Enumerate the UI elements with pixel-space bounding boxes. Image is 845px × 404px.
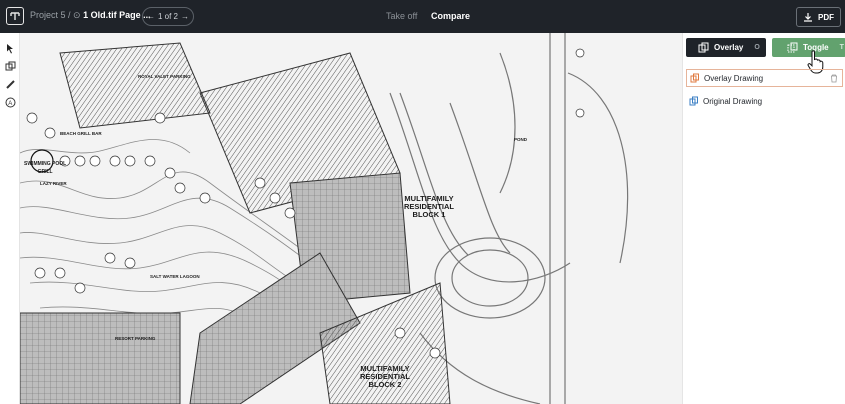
pdf-download-button[interactable]: PDF <box>796 7 841 27</box>
layer-original-drawing[interactable]: Original Drawing <box>686 92 843 110</box>
overlay-drawing-icon <box>690 73 699 83</box>
site-plan-drawing <box>20 33 682 404</box>
label-block-1: MULTIFAMILY RESIDENTIAL BLOCK 1 <box>404 194 455 219</box>
pdf-label: PDF <box>818 12 834 22</box>
page-indicator: 1 of 2 <box>157 12 178 21</box>
tab-takeoff[interactable]: Take off <box>386 11 417 21</box>
svg-text:A: A <box>8 101 12 107</box>
overlay-icon <box>698 42 709 53</box>
label-saltwater: SALT WATER LAGOON <box>150 274 200 279</box>
label-valet-parking: ROYAL VALET PARKING <box>138 74 191 79</box>
toggle-icon <box>787 42 798 53</box>
label-resort-parking: RESORT PARKING <box>115 336 156 341</box>
tool-strip: A <box>0 33 20 404</box>
original-drawing-icon <box>689 96 698 106</box>
drawing-canvas[interactable]: MULTIFAMILY RESIDENTIAL BLOCK 1 MULTIFAM… <box>20 33 682 404</box>
page-pager: ← 1 of 2 → <box>142 7 194 26</box>
next-page-icon[interactable]: → <box>181 12 189 21</box>
breadcrumb-file[interactable]: 1 Old.tif Page ... <box>83 10 151 20</box>
label-lazy-river: LAZY RIVER <box>40 181 67 186</box>
overlay-shortcut: O <box>754 44 760 51</box>
overlay-label: Overlay <box>714 43 744 52</box>
ruler-icon[interactable] <box>3 77 17 91</box>
layer-overlay-drawing[interactable]: Overlay Drawing <box>686 69 843 87</box>
label-pond: POND <box>514 137 528 142</box>
label-pool: SWIMMING POOL GRILL <box>24 161 67 175</box>
label-block-2: MULTIFAMILY RESIDENTIAL BLOCK 2 <box>360 364 411 389</box>
text-tool-icon[interactable]: A <box>3 95 17 109</box>
trash-icon[interactable] <box>830 74 838 83</box>
toggle-shortcut: T <box>839 44 844 51</box>
breadcrumb-project[interactable]: Project 5 / <box>30 10 71 20</box>
layer-label-original: Original Drawing <box>703 96 763 106</box>
compare-panel: Overlay O Toggle T Overlay Drawing Origi… <box>682 33 845 404</box>
pointer-icon[interactable] <box>3 41 17 55</box>
overlay-button[interactable]: Overlay O <box>686 38 766 57</box>
download-icon <box>804 13 812 22</box>
layer-label-overlay: Overlay Drawing <box>704 73 764 83</box>
layers-icon[interactable] <box>3 59 17 73</box>
prev-page-icon[interactable]: ← <box>147 12 155 21</box>
breadcrumb: Project 5 / ⊙ 1 Old.tif Page ... <box>30 10 151 21</box>
label-beach-grill: BEACH GRILL BAR <box>60 131 102 136</box>
settings-icon[interactable]: ⊙ <box>73 10 81 20</box>
tab-compare[interactable]: Compare <box>431 11 470 21</box>
app-logo-icon[interactable] <box>6 7 24 25</box>
top-bar: Project 5 / ⊙ 1 Old.tif Page ... ← 1 of … <box>0 0 845 33</box>
